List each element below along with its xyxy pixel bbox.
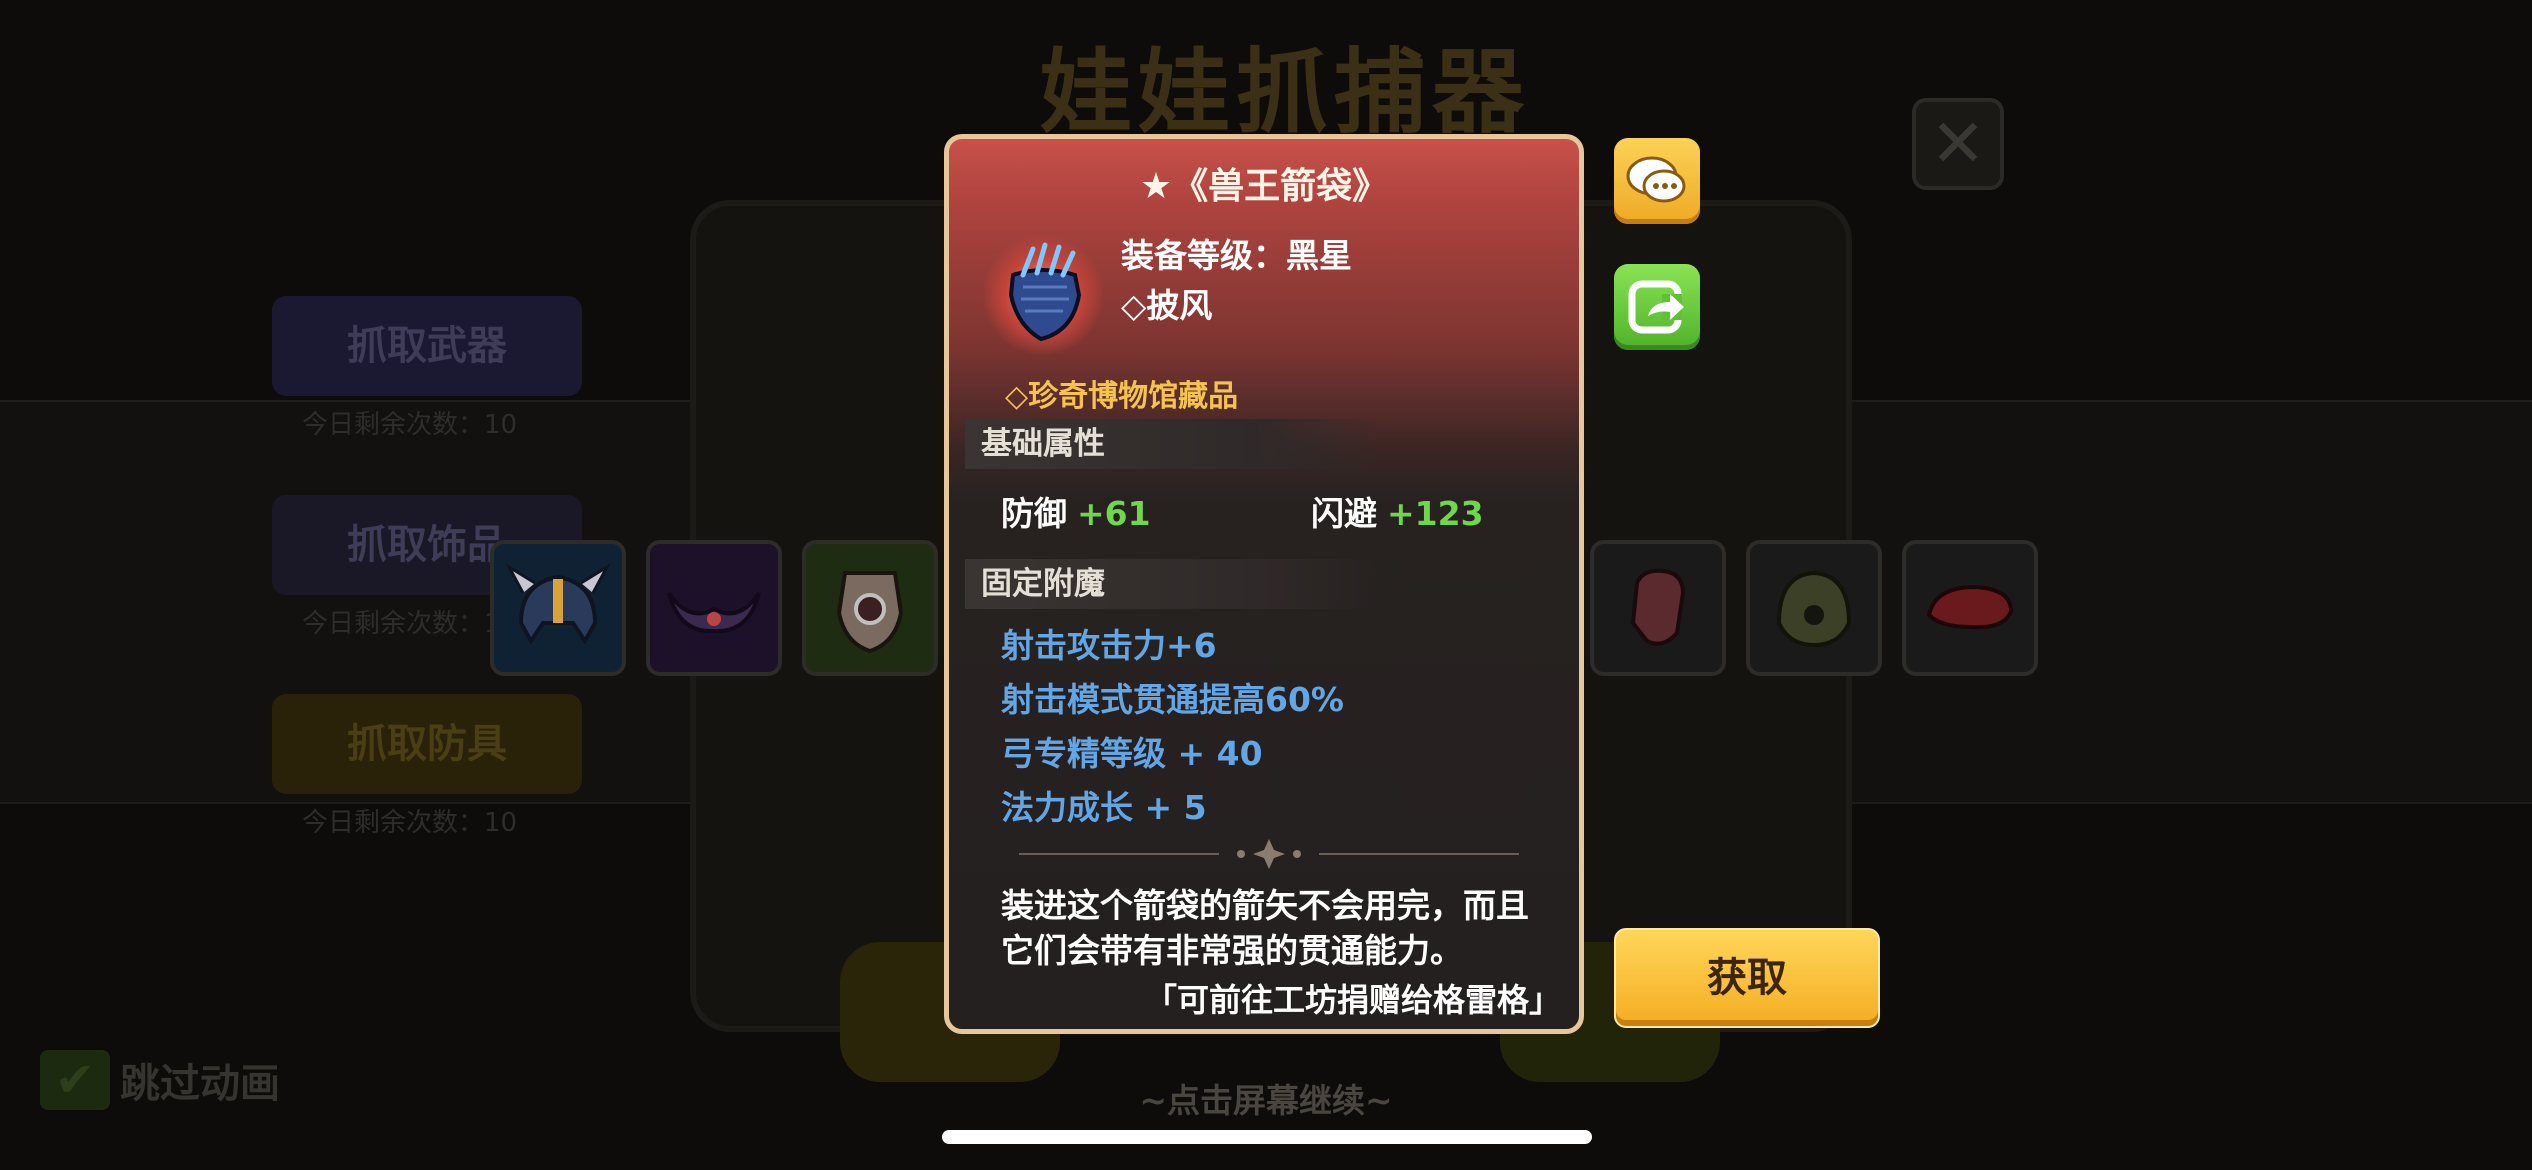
base-stats-header: 基础属性 — [965, 419, 1381, 469]
stat-dodge: 闪避 +123 — [1311, 487, 1484, 535]
equipment-level: 装备等级：黑星 — [1121, 236, 1352, 275]
description-line: 装进这个箭袋的箭矢不会用完，而且 — [1001, 886, 1529, 925]
grab-armor-caption: 今日剩余次数：10 — [302, 808, 518, 838]
item-title: ★《兽王箭袋》 — [1139, 166, 1389, 207]
item-slot-mask[interactable] — [646, 540, 782, 676]
get-button[interactable]: 获取 — [1614, 928, 1880, 1028]
item-slot-glove[interactable] — [1590, 540, 1726, 676]
hood-icon — [1776, 570, 1852, 648]
stat-dodge-value: +123 — [1387, 494, 1484, 533]
enchant-line: 法力成长 + 5 — [1001, 788, 1207, 827]
share-icon — [1628, 280, 1684, 334]
item-slot-beret[interactable] — [1902, 540, 2038, 676]
share-button[interactable] — [1614, 264, 1700, 350]
glove-icon — [1630, 568, 1686, 646]
equipment-slot: ◇披风 — [1121, 286, 1213, 325]
ornament-divider — [1019, 839, 1519, 869]
background-title: 娃娃抓捕器 — [1040, 39, 1531, 146]
chat-share-button[interactable] — [1614, 138, 1700, 224]
item-detail-modal: ★《兽王箭袋》 装备等级：黑星 ◇披风 ◇珍奇博物馆藏品 基础属性 防御 +61 … — [944, 134, 1584, 1034]
item-slot-helmet[interactable] — [490, 540, 626, 676]
item-slot-hood[interactable] — [1746, 540, 1882, 676]
chat-icon — [1626, 156, 1686, 203]
description-line: 它们会带有非常强的贯通能力。 — [1001, 931, 1463, 970]
stat-defense-name: 防御 — [1001, 494, 1067, 533]
shield-icon — [836, 571, 904, 654]
helmet-icon — [505, 562, 611, 645]
item-icon-frame — [983, 235, 1103, 355]
fixed-enchant-header: 固定附魔 — [965, 559, 1381, 609]
tap-to-continue[interactable]: ~点击屏幕继续~ — [0, 1074, 2532, 1122]
quiver-icon — [1008, 242, 1082, 342]
stat-defense: 防御 +61 — [1001, 487, 1151, 535]
enchant-line: 弓专精等级 + 40 — [1001, 734, 1263, 773]
enchant-line: 射击模式贯通提高60% — [1001, 680, 1344, 719]
stat-defense-value: +61 — [1077, 494, 1151, 533]
grab-weapon-caption: 今日剩余次数：10 — [302, 410, 518, 440]
mask-icon — [667, 591, 761, 634]
item-description: 装进这个箭袋的箭矢不会用完，而且 它们会带有非常强的贯通能力。 — [1001, 883, 1561, 973]
enchant-line: 射击攻击力+6 — [1001, 626, 1217, 665]
beret-icon — [1926, 584, 2014, 630]
donate-hint: 「可前往工坊捐赠给格雷格」 — [1144, 981, 1561, 1019]
home-indicator[interactable] — [942, 1130, 1592, 1144]
grab-weapon-button[interactable]: 抓取武器 — [272, 296, 582, 396]
museum-collection-tag: ◇珍奇博物馆藏品 — [1005, 379, 1239, 414]
stat-dodge-name: 闪避 — [1311, 494, 1377, 533]
background-close-button[interactable]: ✕ — [1912, 98, 2004, 190]
item-slot-shield[interactable] — [802, 540, 938, 676]
grab-armor-button[interactable]: 抓取防具 — [272, 694, 582, 794]
